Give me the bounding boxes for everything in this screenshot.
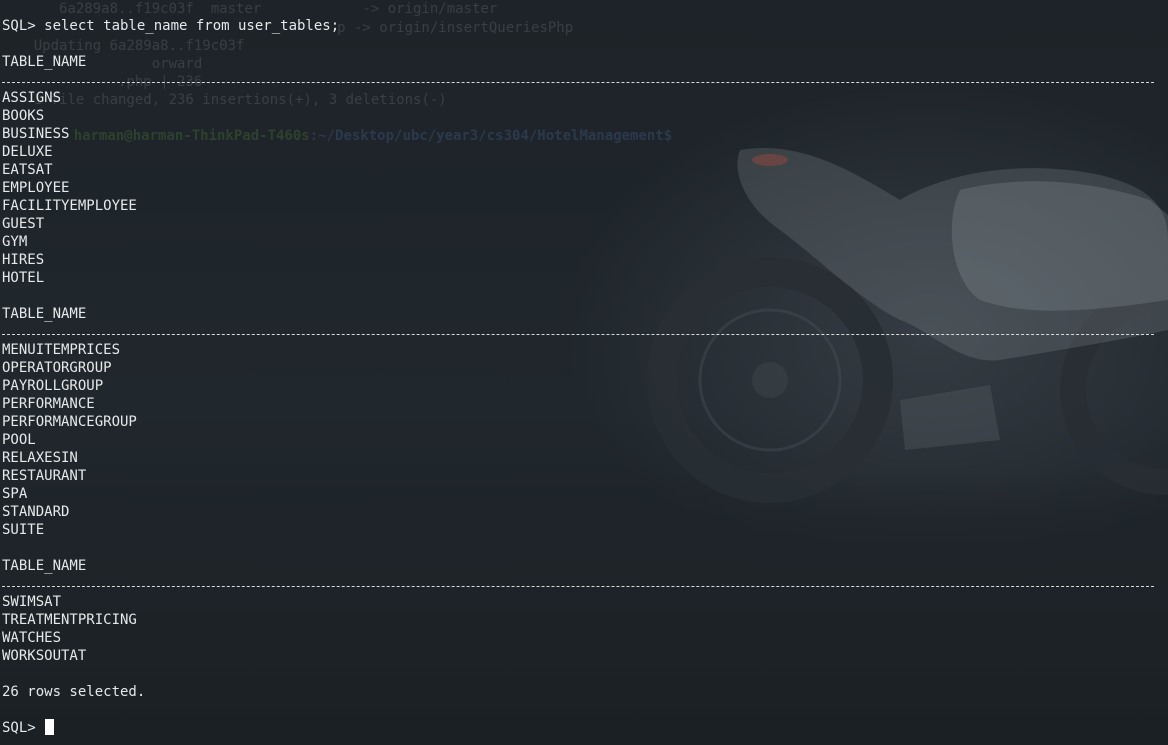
table-name-row: ASSIGNS	[2, 90, 62, 106]
column-header: TABLE_NAME	[2, 54, 87, 70]
table-name-row: MENUITEMPRICES	[2, 342, 121, 358]
text-cursor	[44, 719, 54, 735]
table-name-row: EMPLOYEE	[2, 180, 70, 196]
column-header: TABLE_NAME	[2, 306, 87, 322]
result-summary: 26 rows selected.	[2, 684, 146, 700]
header-separator	[0, 323, 1168, 341]
ghost-line-1: 6a289a8..f19c03f master -> origin/master	[0, 1, 498, 17]
table-name-row: FACILITYEMPLOYEE	[2, 198, 137, 214]
table-name-row: OPERATORGROUP	[2, 360, 112, 376]
header-separator	[0, 71, 1168, 89]
table-name-row: PERFORMANCE	[2, 396, 95, 412]
result-groups: TABLE_NAME ASSIGNS BOOKS BUSINESS DELUXE EATS…	[0, 53, 1168, 683]
column-header: TABLE_NAME	[2, 558, 87, 574]
sql-prompt-line[interactable]: SQL>	[0, 719, 1168, 737]
table-name-row: GYM	[2, 234, 28, 250]
table-name-row: SPA	[2, 486, 28, 502]
table-name-row: BOOKS	[2, 108, 45, 124]
table-name-row: STANDARD	[2, 504, 70, 520]
table-name-row: SUITE	[2, 522, 45, 538]
table-name-row: PAYROLLGROUP	[2, 378, 104, 394]
table-name-row: RESTAURANT	[2, 468, 87, 484]
terminal-output[interactable]: SQL> select table_name from user_tables;…	[0, 17, 1168, 737]
table-name-row: SWIMSAT	[2, 594, 62, 610]
table-name-row: WATCHES	[2, 630, 62, 646]
table-name-row: EATSAT	[2, 162, 53, 178]
sql-prompt: SQL>	[2, 720, 36, 736]
table-name-row: POOL	[2, 432, 36, 448]
sql-command-line: SQL> select table_name from user_tables;	[2, 18, 340, 34]
table-name-row: BUSINESS	[2, 126, 70, 142]
table-name-row: TREATMENTPRICING	[2, 612, 137, 628]
table-name-row: RELAXESIN	[2, 450, 78, 466]
table-name-row: GUEST	[2, 216, 45, 232]
table-name-row: DELUXE	[2, 144, 53, 160]
table-name-row: WORKSOUTAT	[2, 648, 87, 664]
table-name-row: PERFORMANCEGROUP	[2, 414, 137, 430]
header-separator	[0, 575, 1168, 593]
table-name-row: HOTEL	[2, 270, 45, 286]
table-name-row: HIRES	[2, 252, 45, 268]
